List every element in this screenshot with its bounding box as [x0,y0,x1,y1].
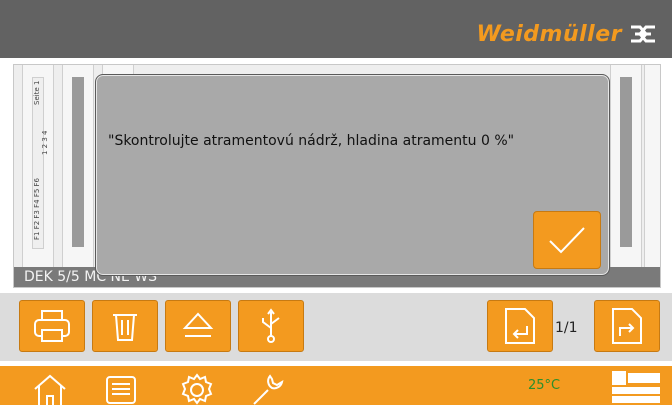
label-strip [610,65,642,275]
status-bar: 25°C [0,366,672,406]
table-icon [612,371,660,403]
keyboard-button[interactable] [104,372,138,406]
brand-name: Weidmüller [476,21,622,47]
weidmuller-logo-icon [631,25,655,43]
label-slot [620,77,632,247]
toolbar: 1/1 [0,293,672,361]
delete-button[interactable] [92,300,158,352]
previous-page-button[interactable] [487,300,553,352]
label-strip [644,65,660,275]
strip-text: F1 F2 F3 F4 F5 F6 [33,177,41,240]
label-strip: Seite 1 1 2 3 4 F1 F2 F3 F4 F5 F6 [22,65,54,275]
ink-warning-dialog: "Skontrolujte atramentovú nádrž, hladina… [95,74,610,276]
header-bar: Weidmüller [0,0,672,58]
page-back-icon [505,308,535,344]
label-slot [72,77,84,247]
brand: Weidmüller [476,20,656,48]
print-icon [34,310,70,342]
home-icon [34,374,66,406]
gear-icon [181,373,213,405]
keyboard-icon [106,376,136,404]
strip-text: 1 2 3 4 [41,130,49,156]
usb-button[interactable] [238,300,304,352]
next-page-button[interactable] [594,300,660,352]
dialog-message: "Skontrolujte atramentovú nádrž, hladina… [108,133,515,149]
wrench-icon [253,374,284,405]
label-strip [62,65,94,275]
page-indicator: 1/1 [555,320,578,336]
checkmark-icon [549,227,585,254]
temperature-readout: 25°C [528,378,561,393]
eject-button[interactable] [165,300,231,352]
trash-icon [113,314,137,341]
eject-icon [182,312,214,337]
confirm-button[interactable] [533,211,601,269]
usb-icon [262,308,280,343]
home-button[interactable] [32,372,68,406]
settings-button[interactable] [180,372,214,406]
strip-text: Seite 1 [33,80,41,105]
page-forward-icon [612,308,642,344]
print-button[interactable] [19,300,85,352]
table-view-button[interactable] [610,369,662,405]
service-button[interactable] [250,372,284,406]
